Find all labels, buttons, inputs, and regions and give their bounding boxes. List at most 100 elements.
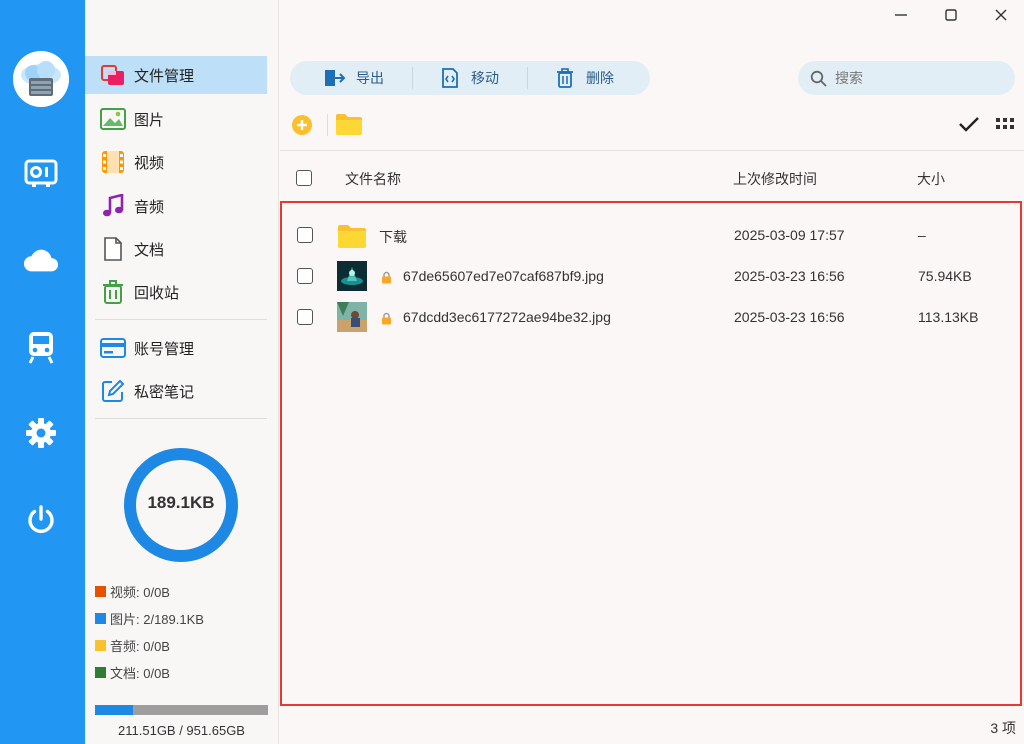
- rail-cloud-icon[interactable]: [23, 242, 59, 278]
- lock-icon: [382, 271, 391, 284]
- file-name: 67dcdd3ec6177272ae94be32.jpg: [403, 309, 611, 325]
- sidebar-item-private-notes[interactable]: 私密笔记: [97, 372, 279, 410]
- new-folder-button[interactable]: [335, 112, 363, 136]
- file-name: 下载: [379, 229, 407, 245]
- disk-usage-label: 211.51GB / 951.65GB: [118, 723, 245, 738]
- legend-audio: 音频: 0/0B: [95, 637, 170, 654]
- search-input[interactable]: [835, 70, 995, 86]
- legend-video: 视频: 0/0B: [95, 583, 170, 600]
- file-size: 75.94KB: [918, 268, 972, 284]
- rail-train-icon[interactable]: [23, 329, 59, 365]
- column-header-size[interactable]: 大小: [917, 169, 945, 189]
- table-row[interactable]: 67de65607ed7e07caf687bf9.jpg 2025-03-23 …: [282, 257, 1020, 295]
- legend-image: 图片: 2/189.1KB: [95, 610, 204, 627]
- legend-swatch: [95, 639, 106, 651]
- sidebar-item-label: 音频: [134, 198, 165, 216]
- app-rail: [0, 0, 85, 744]
- grid-view-icon: [996, 118, 1014, 129]
- file-modified: 2025-03-09 17:57: [734, 227, 845, 243]
- row-checkbox[interactable]: [297, 227, 313, 243]
- sidebar-item-label: 视频: [134, 154, 165, 172]
- item-count: 3 项: [990, 720, 1016, 736]
- sidebar-item-documents[interactable]: 文档: [97, 230, 279, 268]
- sidebar-item-audio[interactable]: 音频: [97, 187, 279, 225]
- music-icon: [100, 193, 126, 219]
- app-logo[interactable]: [13, 51, 69, 107]
- image-thumbnail: [337, 261, 367, 291]
- card-icon: [100, 335, 126, 361]
- folder-manage-icon: [100, 62, 126, 88]
- close-icon: [995, 9, 1007, 21]
- add-button[interactable]: [291, 114, 313, 136]
- minimize-button[interactable]: [886, 2, 916, 28]
- sidebar-item-label: 回收站: [134, 284, 180, 302]
- maximize-button[interactable]: [936, 2, 966, 28]
- action-separator: [327, 114, 328, 136]
- sidebar-divider: [95, 418, 267, 419]
- grid-view-button[interactable]: [995, 116, 1015, 132]
- export-icon: [325, 70, 346, 86]
- image-thumbnail: [337, 302, 367, 332]
- move-icon: [442, 68, 458, 88]
- sidebar-item-label: 图片: [134, 111, 165, 129]
- close-button[interactable]: [986, 2, 1016, 28]
- rail-power-icon[interactable]: [23, 501, 59, 537]
- column-header-modified[interactable]: 上次修改时间: [733, 169, 817, 189]
- film-icon: [100, 149, 126, 175]
- select-all-checkbox[interactable]: [296, 170, 312, 186]
- search-box: [798, 61, 1015, 95]
- file-name: 67de65607ed7e07caf687bf9.jpg: [403, 268, 604, 284]
- search-icon: [810, 70, 827, 87]
- delete-icon: [557, 68, 573, 88]
- column-header-name[interactable]: 文件名称: [345, 169, 401, 189]
- lock-icon: [382, 312, 391, 325]
- sidebar-item-file-manage[interactable]: 文件管理: [85, 56, 267, 94]
- legend-swatch: [95, 666, 106, 678]
- sidebar-item-label: 文件管理: [134, 67, 195, 85]
- file-size: –: [918, 227, 926, 243]
- sidebar-item-label: 私密笔记: [134, 383, 195, 401]
- sidebar-item-label: 文档: [134, 241, 165, 259]
- rail-settings-icon[interactable]: [23, 415, 59, 451]
- legend-label: 文档: 0/0B: [110, 665, 170, 681]
- file-list: 下载 2025-03-09 17:57 – 67de65607ed7e07caf…: [280, 201, 1022, 706]
- legend-swatch: [95, 612, 106, 624]
- cloud-server-logo-icon: [13, 51, 69, 107]
- file-modified: 2025-03-23 16:56: [734, 309, 845, 325]
- legend-document: 文档: 0/0B: [95, 664, 170, 681]
- maximize-icon: [945, 9, 957, 21]
- folder-icon: [336, 114, 362, 135]
- sidebar-divider: [95, 319, 267, 320]
- sidebar-item-images[interactable]: 图片: [97, 100, 279, 138]
- minimize-icon: [895, 14, 907, 16]
- delete-button[interactable]: 删除: [528, 61, 650, 95]
- sidebar-item-videos[interactable]: 视频: [97, 143, 279, 181]
- folder-icon: [338, 225, 366, 248]
- file-modified: 2025-03-23 16:56: [734, 268, 845, 284]
- disk-usage-fill: [95, 705, 134, 715]
- disk-usage-bar: [95, 705, 268, 715]
- check-icon: [959, 117, 979, 132]
- row-checkbox[interactable]: [297, 268, 313, 284]
- row-checkbox[interactable]: [297, 309, 313, 325]
- rail-device-icon[interactable]: [23, 155, 59, 191]
- sidebar-item-label: 账号管理: [134, 340, 195, 358]
- action-toolbar: 导出 移动 删除: [290, 61, 650, 95]
- move-label: 移动: [471, 70, 499, 86]
- export-button[interactable]: 导出: [290, 61, 412, 95]
- select-mode-button[interactable]: [958, 114, 980, 134]
- document-icon: [100, 236, 126, 262]
- sidebar-item-recycle-bin[interactable]: 回收站: [97, 273, 279, 311]
- table-row[interactable]: 67dcdd3ec6177272ae94be32.jpg 2025-03-23 …: [282, 298, 1020, 336]
- sidebar: 文件管理 图片 视频 音频 文档 回收站 账号管理 私密笔记 189.1KB 视…: [85, 0, 279, 744]
- export-label: 导出: [356, 70, 384, 86]
- sidebar-item-accounts[interactable]: 账号管理: [97, 329, 279, 367]
- table-row[interactable]: 下载 2025-03-09 17:57 –: [282, 216, 1020, 254]
- delete-label: 删除: [586, 70, 614, 86]
- move-button[interactable]: 移动: [413, 61, 527, 95]
- legend-label: 视频: 0/0B: [110, 584, 170, 600]
- edit-icon: [100, 378, 126, 404]
- legend-swatch: [95, 585, 106, 597]
- trash-icon: [100, 279, 126, 305]
- toolbar-divider: [280, 150, 1024, 151]
